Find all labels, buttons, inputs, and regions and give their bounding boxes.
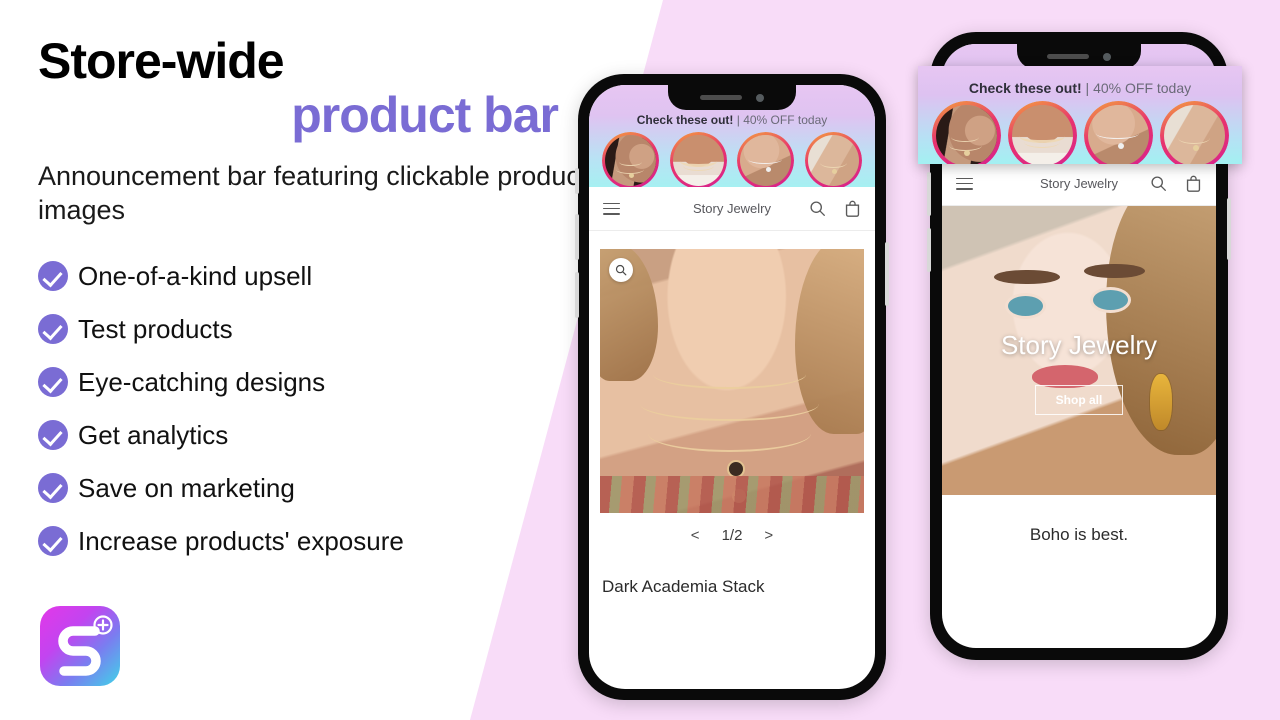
carousel-prev-button[interactable]: < <box>691 527 700 544</box>
announcement-message-strong: Check these out! <box>968 80 1082 96</box>
subtitle: Announcement bar featuring clickable pro… <box>38 160 588 225</box>
product-thumbnail[interactable] <box>804 132 862 187</box>
thumbnail-image <box>935 105 997 164</box>
power-button[interactable] <box>1227 198 1231 260</box>
front-camera <box>756 93 764 102</box>
check-circle-icon <box>38 472 68 503</box>
header-icons <box>809 200 861 218</box>
app-logo <box>40 606 120 686</box>
announcement-message-rest: | 40% OFF today <box>1081 80 1192 96</box>
list-item: Increase products' exposure <box>38 514 598 567</box>
search-icon[interactable] <box>809 200 826 217</box>
product-thumbnail[interactable] <box>1159 101 1229 164</box>
phone-screen-left: Check these out! | 40% OFF today Story J… <box>589 85 875 689</box>
product-thumbnail[interactable] <box>931 101 1001 164</box>
check-circle-icon <box>38 260 68 291</box>
thumbnail-image <box>672 135 724 186</box>
list-item: One-of-a-kind upsell <box>38 249 598 302</box>
power-button[interactable] <box>885 242 889 306</box>
front-camera <box>1103 52 1111 61</box>
thumbnail-image <box>1011 105 1073 164</box>
marketing-panel: Store-wide product bar Announcement bar … <box>38 36 598 567</box>
feature-label: Save on marketing <box>78 472 295 503</box>
check-circle-icon <box>38 366 68 397</box>
promo-slide: Store-wide product bar Announcement bar … <box>0 0 1280 720</box>
announcement-thumbnails <box>918 101 1242 164</box>
earpiece-speaker <box>1047 54 1089 59</box>
volume-up-button[interactable] <box>575 214 579 260</box>
feature-label: One-of-a-kind upsell <box>78 260 313 291</box>
carousel-next-button[interactable]: > <box>764 527 773 544</box>
feature-label: Eye-catching designs <box>78 366 326 397</box>
tagline: Boho is best. <box>942 495 1216 545</box>
product-thumbnail[interactable] <box>602 132 660 187</box>
hero-title: Story Jewelry <box>1000 330 1158 361</box>
phone-mockup-left: Check these out! | 40% OFF today Story J… <box>575 74 889 700</box>
carousel-pager: < 1/2 > <box>589 513 875 557</box>
feature-list: One-of-a-kind upsell Test products Eye-c… <box>38 249 598 567</box>
shopping-bag-icon[interactable] <box>1185 175 1202 193</box>
list-item: Save on marketing <box>38 461 598 514</box>
feature-label: Increase products' exposure <box>78 525 404 556</box>
magnifier-icon[interactable] <box>609 258 633 282</box>
announcement-message: Check these out! | 40% OFF today <box>589 112 875 128</box>
check-circle-icon <box>38 525 68 556</box>
check-circle-icon <box>38 313 68 344</box>
announcement-bar-callout[interactable]: Check these out! | 40% OFF today <box>918 66 1242 164</box>
hamburger-icon[interactable] <box>956 177 973 190</box>
search-icon[interactable] <box>1150 175 1167 192</box>
thumbnail-image <box>1163 105 1225 164</box>
carousel-page-indicator: 1/2 <box>721 526 743 544</box>
headline-line-1: Store-wide <box>38 33 285 89</box>
store-header-right: Story Jewelry <box>942 162 1216 206</box>
list-item: Test products <box>38 302 598 355</box>
product-thumbnail[interactable] <box>669 132 727 187</box>
feature-label: Get analytics <box>78 419 229 450</box>
list-item: Get analytics <box>38 408 598 461</box>
hero-banner[interactable]: Story Jewelry Shop all <box>942 206 1216 495</box>
announcement-message: Check these out! | 40% OFF today <box>918 66 1242 97</box>
product-title[interactable]: Dark Academia Stack <box>589 557 875 597</box>
check-circle-icon <box>38 419 68 450</box>
header-icons <box>1150 175 1202 193</box>
announcement-message-rest: | 40% OFF today <box>733 113 828 127</box>
thumbnail-image <box>605 135 657 186</box>
product-thumbnail[interactable] <box>1007 101 1077 164</box>
earpiece-speaker <box>700 95 742 100</box>
product-thumbnail[interactable] <box>1083 101 1153 164</box>
thumbnail-image <box>740 135 792 186</box>
feature-label: Test products <box>78 313 233 344</box>
volume-down-button[interactable] <box>575 272 579 318</box>
product-thumbnail[interactable] <box>737 132 795 187</box>
announcement-message-strong: Check these out! <box>636 113 734 127</box>
shopping-bag-icon[interactable] <box>844 200 861 218</box>
shop-all-button[interactable]: Shop all <box>1035 385 1123 416</box>
silent-switch[interactable] <box>575 168 579 194</box>
phone-notch <box>668 85 796 110</box>
store-header-left: Story Jewelry <box>589 187 875 231</box>
announcement-thumbnails <box>589 132 875 187</box>
thumbnail-image <box>807 135 859 186</box>
hamburger-icon[interactable] <box>603 202 620 215</box>
app-logo-mark <box>58 615 113 676</box>
volume-down-button[interactable] <box>927 228 931 272</box>
magnifier-glyph <box>615 264 627 276</box>
list-item: Eye-catching designs <box>38 355 598 408</box>
thumbnail-image <box>1087 105 1149 164</box>
headline-line-2: product bar <box>291 87 559 143</box>
volume-up-button[interactable] <box>927 172 931 216</box>
product-image[interactable] <box>600 249 864 513</box>
